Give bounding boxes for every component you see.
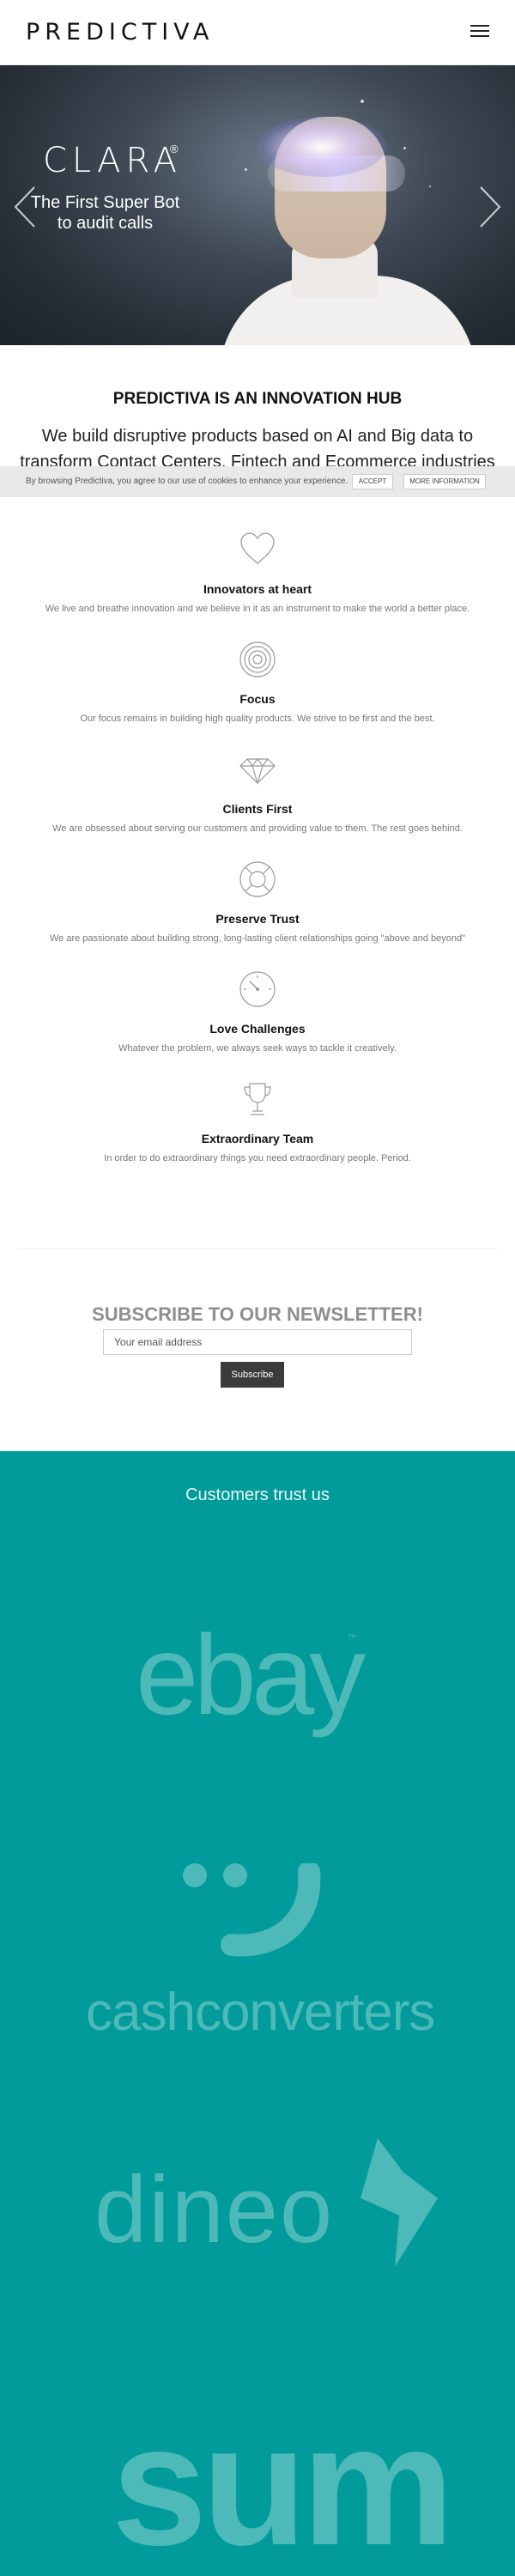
cookie-notice-text: By browsing Predictiva, you agree to our…: [26, 477, 348, 486]
ebay-trademark: ™: [348, 1633, 356, 1643]
hero-subtitle: The First Super Bot to audit calls: [30, 193, 180, 233]
predictiva-logo[interactable]: PREDICTIVA: [26, 19, 214, 46]
customers-section: Customers trust us ebay ™ cashconverters…: [0, 1451, 515, 2576]
dineo-shape-icon: [360, 2138, 438, 2267]
cashconverters-logo: cashconverters: [86, 1983, 435, 2042]
value-title: Extraordinary Team: [201, 1132, 314, 1145]
newsletter-email-input[interactable]: [103, 1329, 412, 1355]
value-title: Love Challenges: [209, 1022, 306, 1036]
chevron-left-icon[interactable]: [14, 185, 36, 228]
speedometer-icon: [239, 971, 276, 1007]
site-header: PREDICTIVA: [0, 0, 515, 65]
heart-icon: [240, 532, 275, 564]
value-text: Whatever the problem, we always seek way…: [118, 1043, 397, 1054]
innovation-hub-heading: PREDICTIVA IS AN INNOVATION HUB: [112, 390, 403, 408]
trophy-icon: [244, 1083, 271, 1115]
registered-mark: ®: [170, 143, 179, 155]
value-text: We live and breathe innovation and we be…: [45, 604, 470, 614]
chevron-right-icon[interactable]: [479, 185, 501, 228]
hero-light-glow: [258, 117, 386, 177]
hamburger-menu-icon[interactable]: [470, 25, 489, 39]
value-title: Innovators at heart: [203, 582, 312, 596]
diamond-icon: [239, 758, 276, 786]
cookie-bar: By browsing Predictiva, you agree to our…: [0, 466, 515, 497]
value-text: Our focus remains in building high quali…: [80, 714, 435, 724]
dineo-logo: dineo: [94, 2157, 335, 2263]
cookie-more-info-button[interactable]: MORE INFORMATION: [403, 474, 486, 489]
value-text: In order to do extraordinary things you …: [104, 1153, 411, 1163]
hero-title: CLARA: [43, 141, 183, 180]
value-title: Focus: [239, 692, 276, 706]
newsletter-subscribe-button[interactable]: Subscribe: [221, 1362, 284, 1388]
cookie-accept-button[interactable]: ACCEPT: [352, 474, 393, 489]
target-icon: [239, 641, 276, 677]
value-text: We are passionate about building strong,…: [50, 933, 465, 944]
ebay-logo: ebay: [136, 1612, 366, 1738]
hero-slider: CLARA ® The First Super Bot to audit cal…: [0, 65, 515, 345]
newsletter-heading: SUBSCRIBE TO OUR NEWSLETTER!: [92, 1303, 423, 1325]
customers-heading: Customers trust us: [185, 1485, 330, 1504]
value-title: Clients First: [222, 802, 293, 816]
lifebuoy-icon: [239, 861, 276, 897]
value-text: We are obsessed about serving our custom…: [52, 823, 463, 834]
value-title: Preserve Trust: [215, 912, 300, 926]
sum-logo: sum: [112, 2390, 454, 2576]
